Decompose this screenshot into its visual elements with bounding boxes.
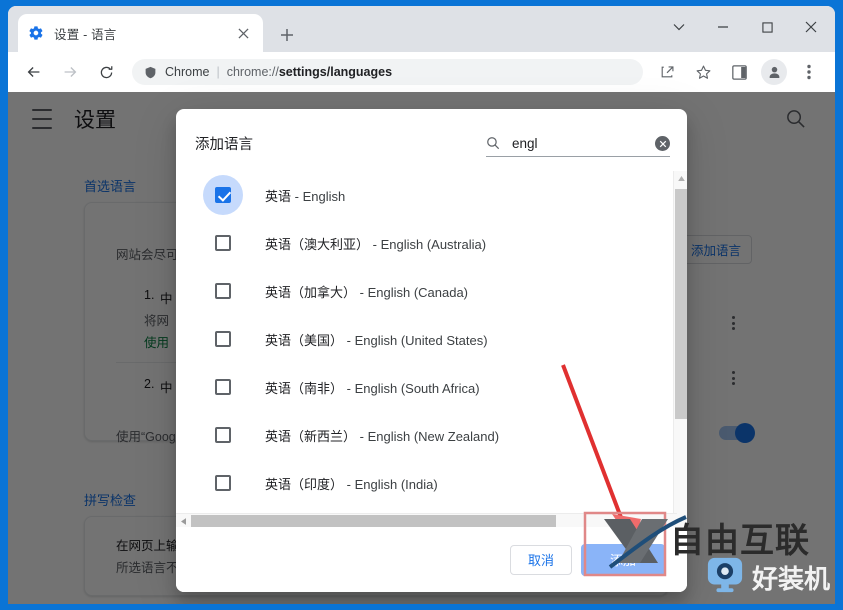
watermark-logo-text: 自由互联	[670, 521, 810, 561]
address-bar[interactable]: Chrome | chrome://settings/languages	[132, 59, 643, 85]
language-list-item[interactable]: 英语（美国） - English (United States)	[176, 315, 671, 363]
language-label: 英语（印度） - English (India)	[265, 474, 438, 493]
cancel-button[interactable]: 取消	[510, 544, 572, 575]
share-icon[interactable]	[653, 58, 681, 86]
minimize-button[interactable]	[701, 10, 745, 44]
omnibox-separator: |	[216, 65, 220, 79]
checkbox-checked-icon[interactable]	[215, 187, 231, 203]
language-checkbox[interactable]	[203, 223, 243, 263]
language-checkbox[interactable]	[203, 463, 243, 503]
checkbox-unchecked-icon[interactable]	[215, 283, 231, 299]
language-label: 英语（南非） - English (South Africa)	[265, 378, 480, 397]
checkbox-unchecked-icon[interactable]	[215, 379, 231, 395]
monitor-icon	[706, 556, 744, 599]
window-controls	[657, 10, 833, 44]
url-prefix: chrome://	[226, 65, 279, 79]
browser-toolbar: Chrome | chrome://settings/languages	[8, 52, 835, 92]
language-list-item[interactable]: 英语（新西兰） - English (New Zealand)	[176, 411, 671, 459]
language-name-zh: 英语（新西兰）	[265, 428, 360, 444]
language-list-item[interactable]: 英语（加拿大） - English (Canada)	[176, 267, 671, 315]
close-button[interactable]	[789, 10, 833, 44]
language-label: 英语（加拿大） - English (Canada)	[265, 282, 468, 301]
dialog-title: 添加语言	[195, 137, 253, 153]
url-path: settings/languages	[278, 65, 393, 79]
language-checkbox[interactable]	[203, 367, 243, 407]
language-name-en: - English	[294, 188, 346, 204]
reload-icon[interactable]	[92, 58, 120, 86]
scroll-up-arrow-icon[interactable]	[674, 171, 687, 185]
gear-icon	[28, 25, 44, 41]
back-arrow-icon[interactable]	[20, 58, 48, 86]
language-name-zh: 英语（加拿大）	[265, 284, 360, 300]
watermark-brand-text: 好装机	[752, 565, 831, 595]
checkbox-unchecked-icon[interactable]	[215, 475, 231, 491]
language-checkbox[interactable]	[203, 175, 243, 215]
bookmark-star-icon[interactable]	[689, 58, 717, 86]
search-icon	[486, 136, 501, 151]
language-list-item[interactable]: 英语（印度） - English (India)	[176, 459, 671, 507]
scroll-left-arrow-icon[interactable]	[176, 514, 190, 528]
language-name-zh: 英语（印度）	[265, 476, 347, 492]
language-label: 英语 - English	[265, 186, 345, 205]
language-name-en: - English (New Zealand)	[359, 428, 500, 444]
scrollbar-thumb[interactable]	[675, 189, 687, 419]
language-list-item[interactable]: 英语（澳大利亚） - English (Australia)	[176, 219, 671, 267]
chrome-shield-icon	[142, 64, 158, 80]
close-icon[interactable]	[233, 23, 253, 43]
language-checkbox[interactable]	[203, 271, 243, 311]
plus-icon[interactable]	[274, 22, 300, 48]
omnibox-scheme-label: Chrome	[165, 65, 210, 79]
language-search-field[interactable]: engl	[486, 131, 670, 157]
checkbox-unchecked-icon[interactable]	[215, 235, 231, 251]
checkbox-unchecked-icon[interactable]	[215, 427, 231, 443]
language-list-item[interactable]: 英语（南非） - English (South Africa)	[176, 363, 671, 411]
language-label: 英语（澳大利亚） - English (Australia)	[265, 234, 486, 253]
language-list-item[interactable]: 英语 - English	[176, 171, 671, 219]
search-input-value[interactable]: engl	[512, 136, 655, 151]
language-name-en: - English (United States)	[346, 332, 488, 348]
language-name-en: - English (India)	[346, 476, 438, 492]
language-name-zh: 英语（南非）	[265, 380, 347, 396]
clear-icon[interactable]	[655, 136, 670, 151]
chrome-menu-icon[interactable]	[795, 58, 823, 86]
tab-strip: 设置 - 语言	[8, 6, 835, 52]
language-label: 英语（新西兰） - English (New Zealand)	[265, 426, 499, 445]
checkbox-unchecked-icon[interactable]	[215, 331, 231, 347]
omnibox-url: chrome://settings/languages	[227, 65, 392, 79]
language-checkbox[interactable]	[203, 415, 243, 455]
side-panel-icon[interactable]	[725, 58, 753, 86]
watermark-brand: 好装机	[706, 556, 830, 599]
language-name-en: - English (South Africa)	[346, 380, 480, 396]
forward-arrow-icon	[56, 58, 84, 86]
profile-avatar-icon[interactable]	[761, 59, 787, 85]
language-name-zh: 英语（澳大利亚）	[265, 236, 373, 252]
language-checkbox[interactable]	[203, 319, 243, 359]
language-name-en: - English (Australia)	[372, 236, 487, 252]
language-name-en: - English (Canada)	[359, 284, 469, 300]
tab-search-button[interactable]	[657, 10, 701, 44]
browser-tab[interactable]: 设置 - 语言	[18, 14, 263, 52]
language-name-zh: 英语	[265, 188, 295, 204]
maximize-button[interactable]	[745, 10, 789, 44]
language-label: 英语（美国） - English (United States)	[265, 330, 488, 349]
language-name-zh: 英语（美国）	[265, 332, 347, 348]
h-scrollbar-thumb[interactable]	[191, 515, 556, 527]
tab-title: 设置 - 语言	[54, 27, 117, 42]
